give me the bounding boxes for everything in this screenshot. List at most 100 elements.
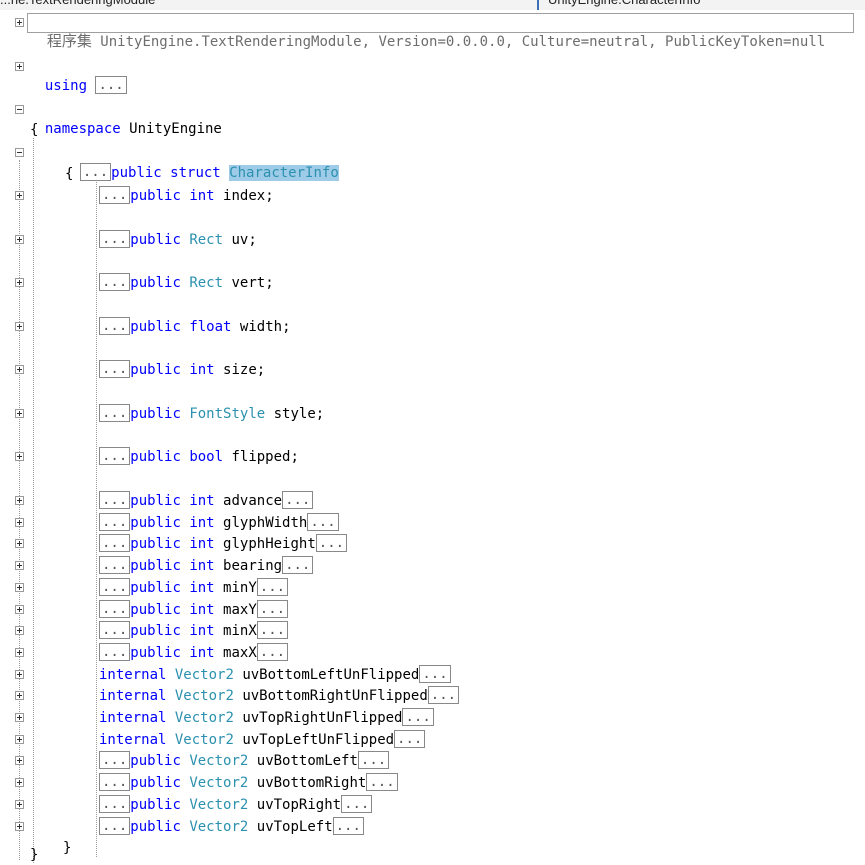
attributes-collapsed[interactable]: ...: [99, 643, 131, 661]
accessor-collapsed[interactable]: ...: [419, 665, 451, 683]
expand-member-icon[interactable]: [15, 561, 24, 570]
expand-member-icon[interactable]: [15, 322, 24, 331]
attributes-collapsed[interactable]: ...: [99, 795, 131, 813]
member-name[interactable]: maxY: [223, 602, 257, 618]
member-name[interactable]: uvBottomRightUnFlipped: [242, 688, 427, 704]
accessor-collapsed[interactable]: ...: [394, 730, 426, 748]
attributes-collapsed[interactable]: ...: [99, 556, 131, 574]
expand-member-icon[interactable]: [15, 822, 24, 831]
property-row: ... public Vector2 uvBottomLeft...: [99, 751, 390, 771]
accessor-collapsed[interactable]: ...: [402, 708, 434, 726]
accessor-collapsed[interactable]: ...: [307, 513, 339, 531]
tab-assembly[interactable]: ...ne.TextRenderingModule: [0, 0, 530, 8]
expand-member-icon[interactable]: [15, 713, 24, 722]
member-type: FontStyle: [189, 406, 266, 422]
namespace-name: UnityEngine: [120, 121, 222, 137]
attributes-collapsed[interactable]: ...: [99, 621, 131, 639]
expand-member-icon[interactable]: [15, 518, 24, 527]
expand-member-icon[interactable]: [15, 409, 24, 418]
attributes-collapsed[interactable]: ...: [99, 186, 131, 204]
accessor-collapsed[interactable]: ...: [282, 491, 314, 509]
attributes-collapsed[interactable]: ...: [99, 360, 131, 378]
member-name[interactable]: glyphHeight: [223, 536, 316, 552]
member-name[interactable]: vert: [231, 275, 265, 291]
expand-member-icon[interactable]: [15, 452, 24, 461]
accessor-collapsed[interactable]: ...: [256, 578, 289, 596]
expand-member-icon[interactable]: [15, 583, 24, 592]
collapse-namespace-icon[interactable]: [15, 105, 24, 114]
member-name[interactable]: minY: [223, 580, 257, 596]
member-name[interactable]: uvTopRightUnFlipped: [242, 710, 402, 726]
namespace-line: namespace UnityEngine: [28, 99, 222, 137]
expand-member-icon[interactable]: [15, 778, 24, 787]
expand-member-icon[interactable]: [15, 539, 24, 548]
expand-member-icon[interactable]: [15, 278, 24, 287]
expand-member-icon[interactable]: [15, 365, 24, 374]
accessor-collapsed[interactable]: ...: [332, 817, 364, 835]
attributes-collapsed[interactable]: ...: [99, 534, 131, 552]
collapse-struct-icon[interactable]: [15, 148, 24, 157]
attributes-collapsed[interactable]: ...: [99, 600, 131, 618]
member-name[interactable]: maxX: [223, 645, 257, 661]
member-name[interactable]: uvBottomLeftUnFlipped: [242, 667, 419, 683]
attributes-collapsed[interactable]: ...: [99, 273, 131, 291]
attributes-collapsed[interactable]: ...: [99, 230, 131, 248]
member-name[interactable]: width: [240, 319, 282, 335]
member-name[interactable]: uvTopLeftUnFlipped: [242, 732, 394, 748]
member-name[interactable]: size: [223, 362, 257, 378]
attributes-collapsed[interactable]: ...: [99, 773, 131, 791]
expand-member-icon[interactable]: [15, 756, 24, 765]
attributes-collapsed[interactable]: ...: [99, 404, 131, 422]
accessor-collapsed[interactable]: ...: [341, 795, 373, 813]
expand-member-icon[interactable]: [15, 691, 24, 700]
accessor-collapsed[interactable]: ...: [256, 600, 289, 618]
assembly-header[interactable]: 程序集 UnityEngine.TextRenderingModule, Ver…: [27, 13, 854, 50]
member-name[interactable]: minX: [223, 623, 257, 639]
expand-member-icon[interactable]: [15, 648, 24, 657]
field-row: ... public Rect vert;: [99, 273, 274, 293]
expand-assembly-icon[interactable]: [15, 18, 24, 27]
expand-member-icon[interactable]: [15, 496, 24, 505]
member-name[interactable]: bearing: [223, 558, 282, 574]
attributes-collapsed[interactable]: ...: [99, 817, 131, 835]
accessor-collapsed[interactable]: ...: [427, 686, 460, 704]
gutter-guide-line: [19, 160, 20, 860]
expand-member-icon[interactable]: [15, 626, 24, 635]
expand-member-icon[interactable]: [15, 191, 24, 200]
accessor-collapsed[interactable]: ...: [256, 621, 289, 639]
member-name[interactable]: uvTopRight: [257, 797, 341, 813]
expand-member-icon[interactable]: [15, 670, 24, 679]
expand-member-icon[interactable]: [15, 800, 24, 809]
attributes-collapsed[interactable]: ...: [99, 491, 131, 509]
attributes-collapsed[interactable]: ...: [99, 447, 131, 465]
struct-attributes-collapsed[interactable]: ...: [79, 163, 112, 181]
member-name[interactable]: uvTopLeft: [257, 819, 333, 835]
member-type: int: [189, 602, 215, 618]
member-name[interactable]: uv: [231, 232, 248, 248]
accessor-collapsed[interactable]: ...: [357, 751, 390, 769]
accessor-collapsed[interactable]: ...: [315, 534, 348, 552]
expand-member-icon[interactable]: [15, 605, 24, 614]
field-row: ... public int index;: [99, 186, 274, 206]
accessor-collapsed[interactable]: ...: [366, 773, 398, 791]
accessor-collapsed[interactable]: ...: [282, 556, 314, 574]
member-name[interactable]: glyphWidth: [223, 515, 307, 531]
expand-member-icon[interactable]: [15, 235, 24, 244]
expand-member-icon[interactable]: [15, 735, 24, 744]
member-name[interactable]: index: [223, 188, 265, 204]
attributes-collapsed[interactable]: ...: [99, 751, 131, 769]
attributes-collapsed[interactable]: ...: [99, 578, 131, 596]
tab-characterinfo[interactable]: UnityEngine.CharacterInfo: [548, 0, 848, 8]
member-name[interactable]: flipped: [231, 449, 290, 465]
struct-name[interactable]: CharacterInfo: [229, 165, 339, 181]
using-collapsed-block[interactable]: ...: [95, 76, 127, 94]
member-type: Vector2: [174, 688, 234, 704]
expand-using-icon[interactable]: [15, 62, 24, 71]
member-name[interactable]: uvBottomLeft: [257, 753, 358, 769]
member-name[interactable]: uvBottomRight: [257, 775, 367, 791]
member-name[interactable]: advance: [223, 493, 282, 509]
member-name[interactable]: style: [274, 406, 316, 422]
attributes-collapsed[interactable]: ...: [99, 317, 131, 335]
accessor-collapsed[interactable]: ...: [256, 643, 289, 661]
attributes-collapsed[interactable]: ...: [99, 513, 131, 531]
